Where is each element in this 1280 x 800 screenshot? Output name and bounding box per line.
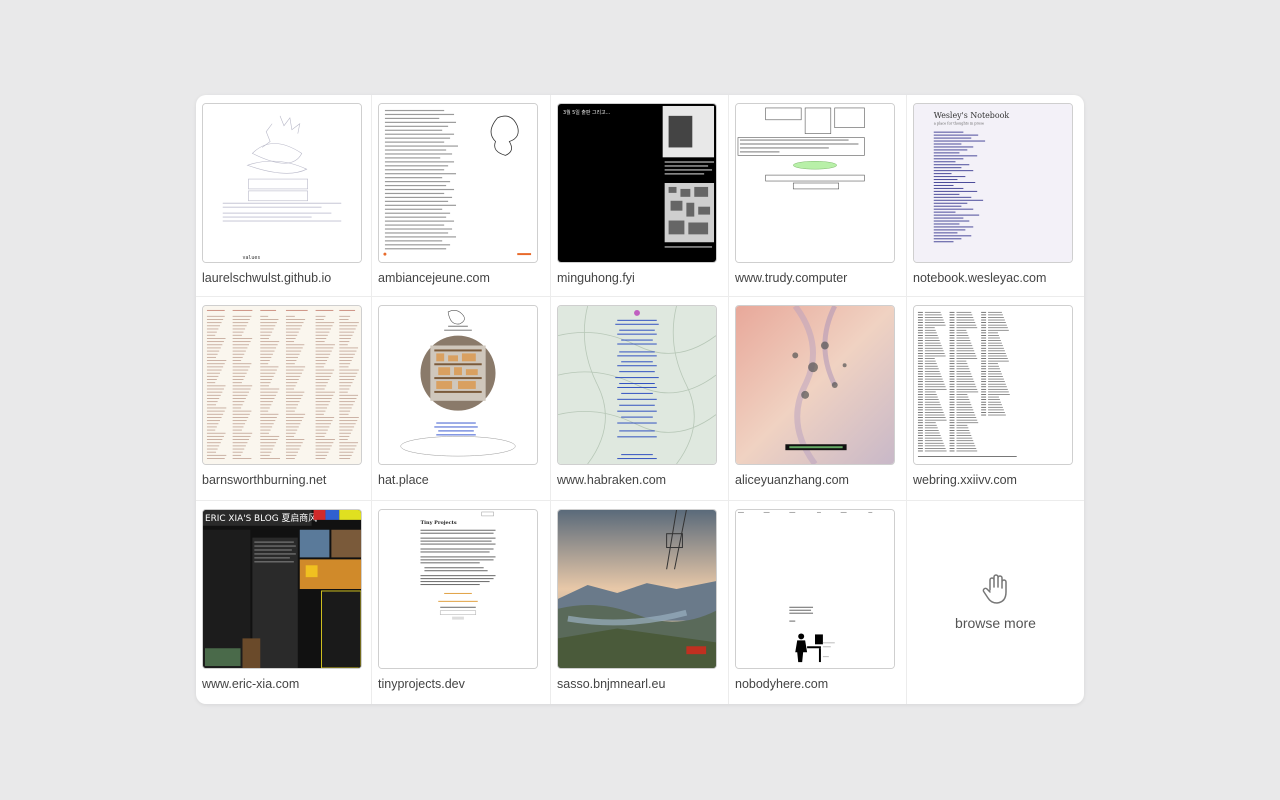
site-thumbnail[interactable]: Tiny Projects [378,509,538,669]
site-label[interactable]: www.trudy.computer [735,271,847,285]
site-label[interactable]: nobodyhere.com [735,677,828,691]
svg-text:a place for thoughts in prose: a place for thoughts in prose [934,122,984,126]
site-label[interactable]: barnsworthburning.net [202,473,326,487]
site-card[interactable]: nobodyhere.com [729,501,907,704]
site-card[interactable]: sasso.bnjmnearl.eu [551,501,729,704]
hand-icon [982,574,1007,604]
site-label[interactable]: laurelschwulst.github.io [202,271,331,285]
site-card[interactable]: ambiancejeune.com [372,95,551,297]
site-label[interactable]: ambiancejeune.com [378,271,490,285]
site-card[interactable]: www.habraken.com [551,297,729,501]
site-thumbnail[interactable] [378,305,538,465]
site-thumbnail[interactable] [378,103,538,263]
site-label[interactable]: tinyprojects.dev [378,677,465,691]
sites-grid: values laurelschwulst.github.io ambiance… [196,95,1084,704]
site-thumbnail[interactable] [735,509,895,669]
sites-panel: values laurelschwulst.github.io ambiance… [196,95,1084,704]
site-thumbnail[interactable] [735,103,895,263]
site-card[interactable]: values laurelschwulst.github.io [196,95,372,297]
svg-text:Tiny Projects: Tiny Projects [420,520,456,526]
site-card[interactable]: Tiny Projects tinyprojects.dev [372,501,551,704]
site-label[interactable]: www.habraken.com [557,473,666,487]
site-card[interactable]: 3월 5일 출판 그리고... minguhong.fyi [551,95,729,297]
svg-text:3월 5일 출판 그리고...: 3월 5일 출판 그리고... [563,109,611,116]
svg-text:Wesley's Notebook: Wesley's Notebook [934,111,1010,120]
site-label[interactable]: notebook.wesleyac.com [913,271,1046,285]
site-label[interactable]: aliceyuanzhang.com [735,473,849,487]
site-card[interactable]: hat.place [372,297,551,501]
browse-more-card[interactable]: browse more [907,501,1084,704]
site-thumbnail[interactable] [557,509,717,669]
site-thumbnail[interactable] [735,305,895,465]
site-thumbnail[interactable]: values [202,103,362,263]
site-card[interactable]: Wesley's Notebook a place for thoughts i… [907,95,1084,297]
site-card[interactable]: aliceyuanzhang.com [729,297,907,501]
site-label[interactable]: hat.place [378,473,429,487]
site-card[interactable]: ERIC XIA'S BLOG 夏启商风 www.eric-xia.com [196,501,372,704]
browse-more-label[interactable]: browse more [907,615,1084,631]
svg-text:ERIC XIA'S BLOG 夏启商风: ERIC XIA'S BLOG 夏启商风 [205,512,317,524]
site-thumbnail[interactable]: 3월 5일 출판 그리고... [557,103,717,263]
site-thumbnail[interactable] [202,305,362,465]
site-label[interactable]: sasso.bnjmnearl.eu [557,677,665,691]
site-card[interactable]: www.trudy.computer [729,95,907,297]
site-label[interactable]: webring.xxiivv.com [913,473,1017,487]
site-thumbnail[interactable]: ERIC XIA'S BLOG 夏启商风 [202,509,362,669]
site-thumbnail[interactable]: Wesley's Notebook a place for thoughts i… [913,103,1073,263]
site-thumbnail[interactable] [557,305,717,465]
site-thumbnail[interactable] [913,305,1073,465]
svg-text:values: values [243,255,261,261]
site-label[interactable]: minguhong.fyi [557,271,635,285]
site-card[interactable]: webring.xxiivv.com [907,297,1084,501]
site-card[interactable]: barnsworthburning.net [196,297,372,501]
site-label[interactable]: www.eric-xia.com [202,677,299,691]
